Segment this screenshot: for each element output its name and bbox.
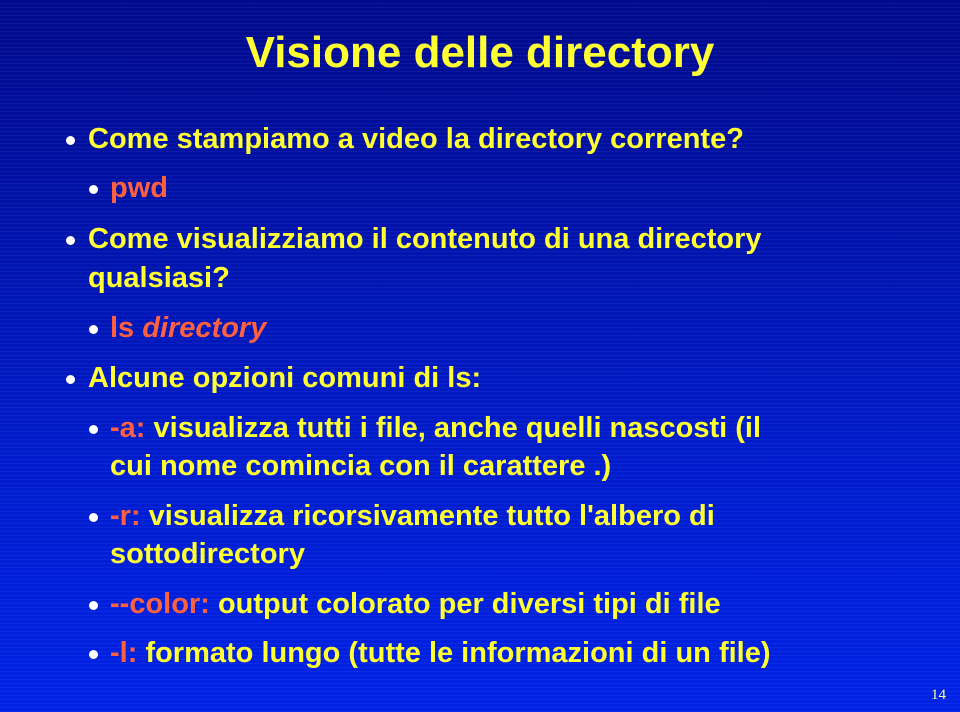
option-l: -l: formato lungo (tutte le informazioni… <box>110 637 771 670</box>
command-argument: directory <box>142 312 267 344</box>
option-description: output colorato per diversi tipi di file <box>217 588 721 620</box>
bullet-icon <box>89 185 98 194</box>
bullet-text: Come visualizziamo il contenuto di una d… <box>88 223 762 255</box>
option-description: visualizza ricorsivamente tutto l'albero… <box>148 500 715 532</box>
bullet-icon <box>89 513 98 522</box>
bullet-icon <box>89 425 98 434</box>
bullet-text: Come stampiamo a video la directory corr… <box>88 123 744 155</box>
option-flag: -a: <box>110 412 146 444</box>
option-flag: -r: <box>110 500 141 532</box>
bullet-text-continuation: qualsiasi? <box>88 262 230 294</box>
option-description-continuation: cui nome comincia con il carattere .) <box>110 450 612 482</box>
bullet-icon <box>66 375 75 384</box>
bullet-text: Alcune opzioni comuni di ls: <box>88 362 482 394</box>
bullet-icon <box>66 236 75 245</box>
option-description: formato lungo (tutte le informazioni di … <box>145 637 771 669</box>
option-a: -a: visualizza tutti i file, anche quell… <box>110 412 761 445</box>
option-r: -r: visualizza ricorsivamente tutto l'al… <box>110 500 715 533</box>
option-description-continuation: sottodirectory <box>110 538 305 570</box>
bullet-icon <box>89 650 98 659</box>
option-flag: -l: <box>110 637 138 669</box>
bullet-icon <box>66 136 75 145</box>
option-description: visualizza tutti i file, anche quelli na… <box>153 412 762 444</box>
bullet-icon <box>89 601 98 610</box>
bullet-icon <box>89 325 98 334</box>
command-ls: ls directory <box>110 312 266 345</box>
page-number: 14 <box>931 687 946 703</box>
option-color: --color: output colorato per diversi tip… <box>110 588 721 621</box>
command-pwd: pwd <box>110 172 168 204</box>
command-name: ls <box>110 312 135 344</box>
option-flag: --color: <box>110 588 210 620</box>
slide: Visione delle directory Come stampiamo a… <box>0 0 960 712</box>
slide-title: Visione delle directory <box>245 28 715 77</box>
